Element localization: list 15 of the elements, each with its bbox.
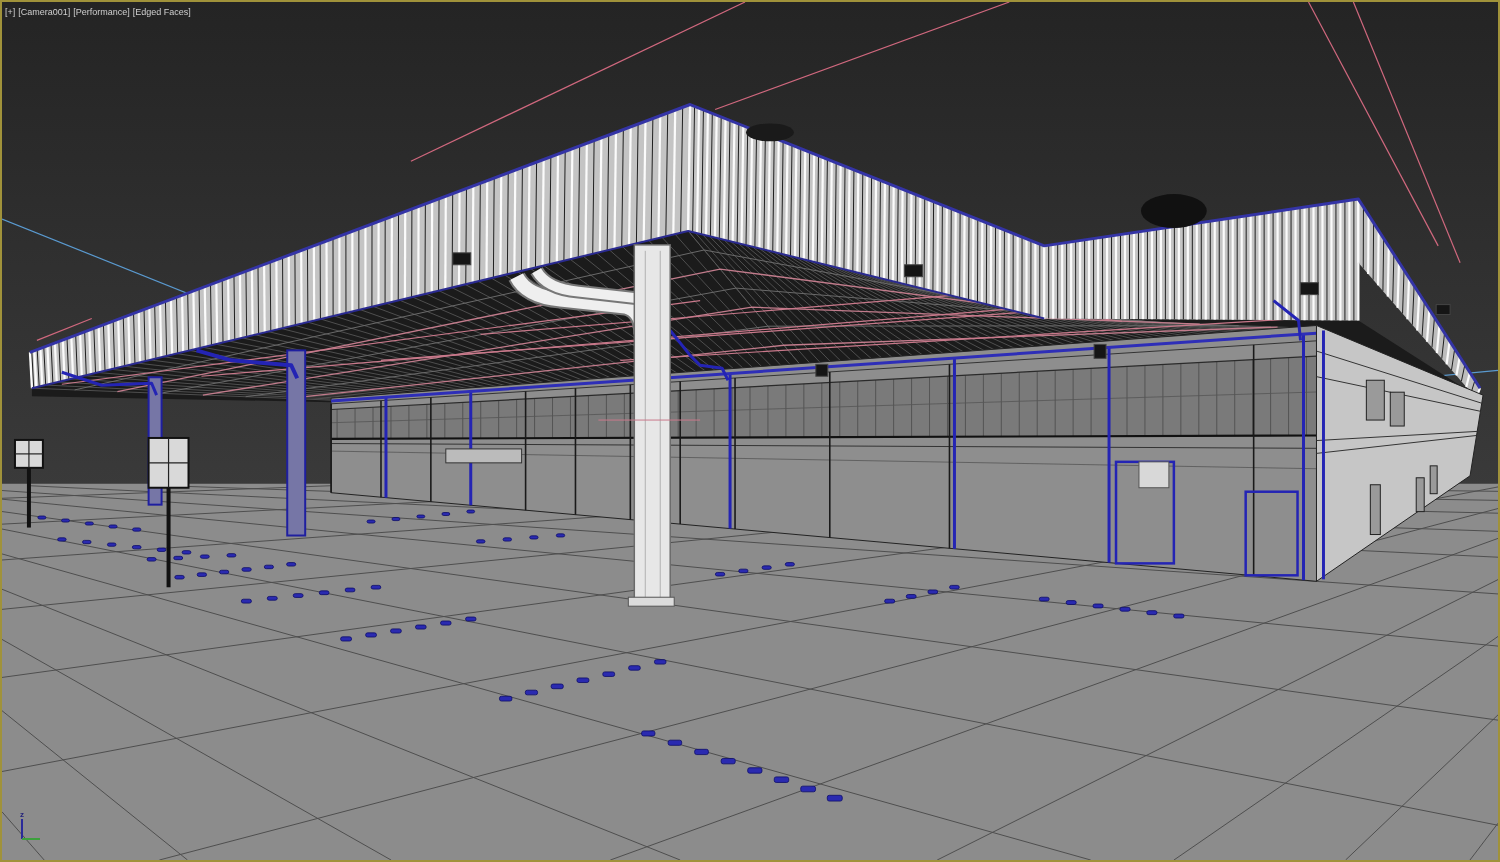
viewport-label[interactable]: [Edged Faces] <box>132 7 191 18</box>
window-drawing <box>1369 484 1381 535</box>
window-drawing <box>1415 477 1425 513</box>
floodlight-drawing <box>1093 343 1107 359</box>
floodlight-drawing <box>1435 304 1451 316</box>
viewport-label[interactable]: [+] <box>5 7 16 18</box>
window-drawing <box>1389 391 1405 427</box>
viewport-label[interactable]: [Performance] <box>73 7 130 18</box>
window-drawing <box>1429 465 1438 495</box>
axis-gizmo-icon <box>19 819 41 841</box>
roof-vent-drawing <box>1140 194 1207 228</box>
guide-line <box>36 317 93 342</box>
window-drawing <box>1365 379 1385 421</box>
axis-label: z <box>20 811 24 819</box>
viewport-label[interactable]: [Camera001] <box>18 7 71 18</box>
